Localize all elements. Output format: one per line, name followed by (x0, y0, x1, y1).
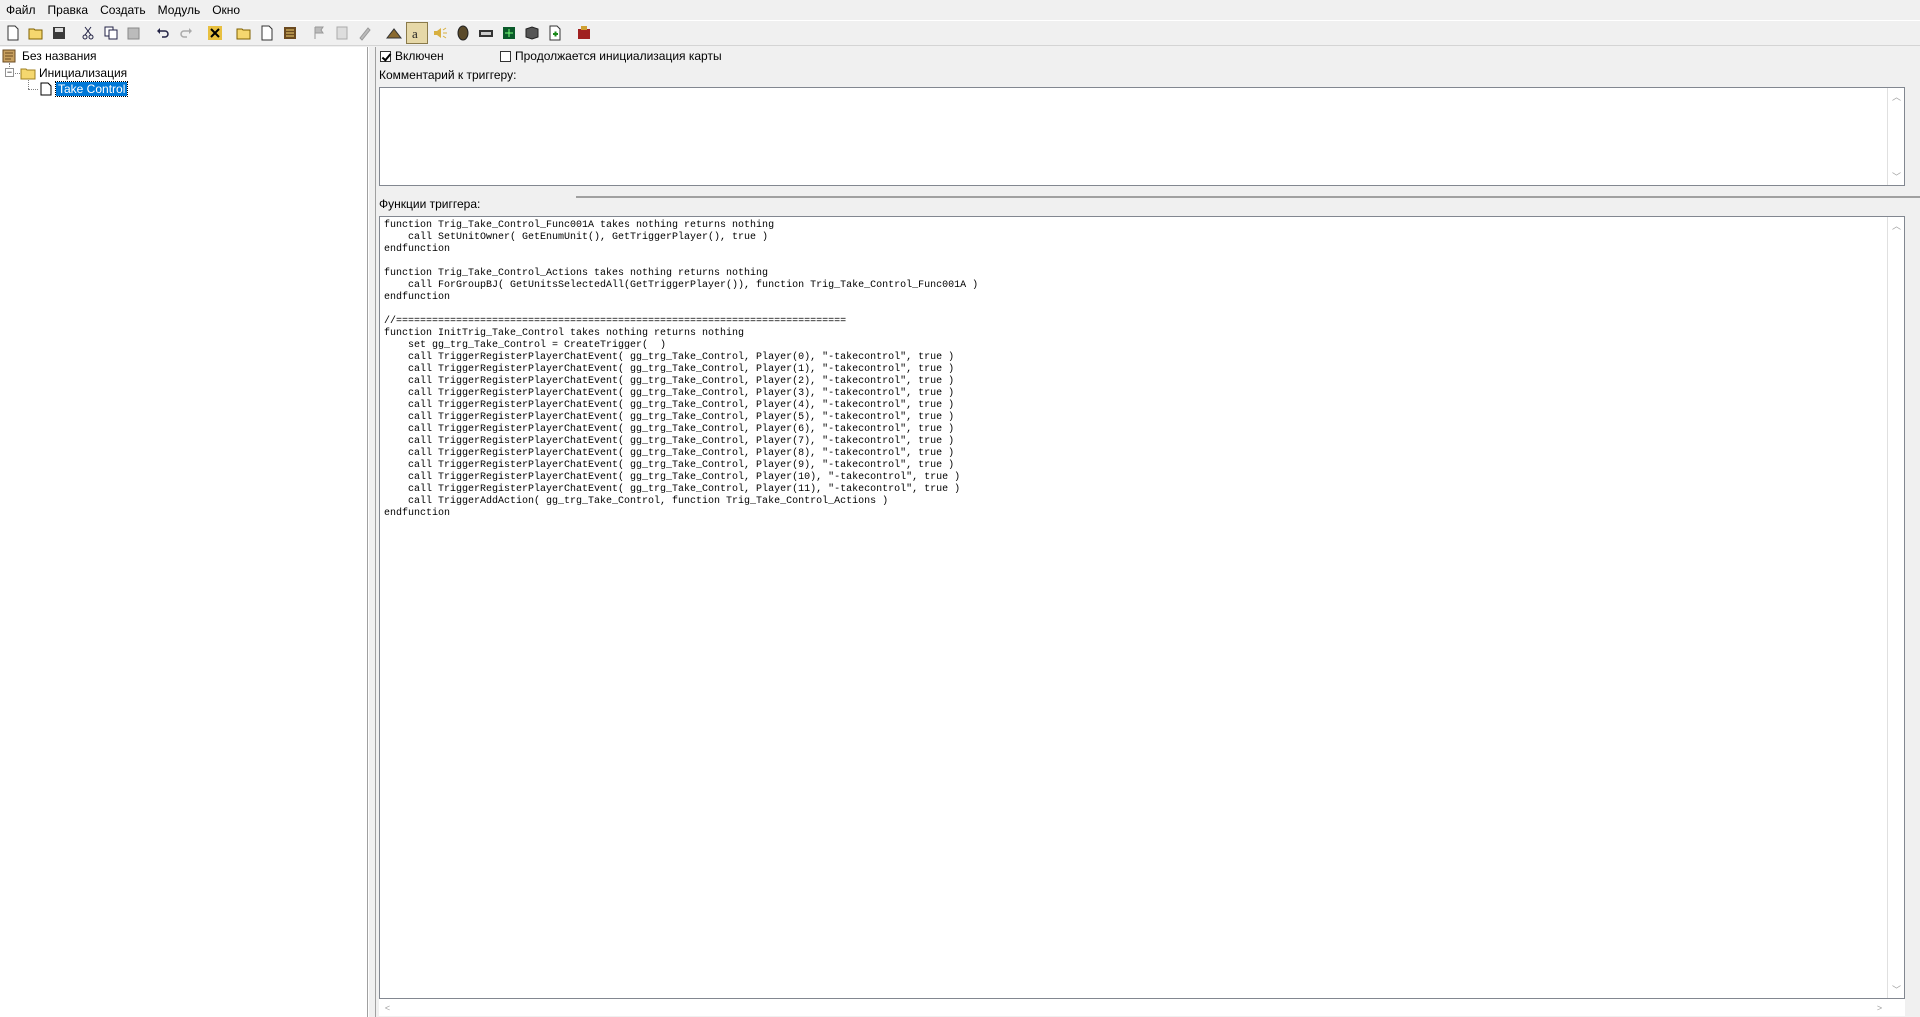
save-icon[interactable] (48, 22, 70, 44)
toolbar: a (0, 20, 1920, 46)
campaign-editor-icon[interactable] (475, 22, 497, 44)
menu-create[interactable]: Создать (94, 0, 152, 20)
menu-edit[interactable]: Правка (42, 0, 95, 20)
init-checkbox[interactable]: Продолжается инициализация карты (500, 49, 722, 63)
trigger-editor-icon[interactable]: a (406, 22, 428, 44)
scroll-down-icon[interactable]: ﹀ (1888, 981, 1905, 998)
paste-icon[interactable] (123, 22, 145, 44)
comment-label: Комментарий к триггеру: (379, 68, 517, 82)
open-icon[interactable] (25, 22, 47, 44)
new-icon[interactable] (2, 22, 24, 44)
cut-icon[interactable] (77, 22, 99, 44)
scroll-right-icon[interactable]: > (1871, 999, 1888, 1016)
trigger-details: Включен Продолжается инициализация карты… (376, 47, 1920, 1017)
trigger-tree[interactable]: Без названия − Инициализация Take Contro… (0, 47, 368, 1017)
enabled-check-box[interactable] (380, 50, 391, 62)
terrain-editor-icon[interactable] (383, 22, 405, 44)
redo-icon[interactable] (175, 22, 197, 44)
code-editor[interactable]: function Trig_Take_Control_Func001A take… (379, 216, 1905, 999)
init-label: Продолжается инициализация карты (515, 49, 722, 63)
import-manager-icon[interactable] (544, 22, 566, 44)
menu-file[interactable]: Файл (0, 0, 42, 20)
new-action-icon[interactable] (354, 22, 376, 44)
map-icon (2, 49, 18, 63)
tree-trigger[interactable]: Take Control (39, 81, 129, 97)
object-editor-icon[interactable] (452, 22, 474, 44)
tree-root[interactable]: Без названия (2, 48, 97, 64)
new-trigger-icon[interactable] (256, 22, 278, 44)
tree-category[interactable]: Инициализация (20, 65, 127, 81)
folder-icon (20, 66, 36, 80)
undo-icon[interactable] (152, 22, 174, 44)
trigger-icon (39, 82, 53, 96)
code-scrollbar-v[interactable]: ︿ ﹀ (1887, 217, 1904, 998)
comment-textbox[interactable]: ︿ ﹀ (379, 87, 1905, 186)
object-manager-icon[interactable] (521, 22, 543, 44)
enabled-checkbox[interactable]: Включен (380, 49, 444, 63)
copy-icon[interactable] (100, 22, 122, 44)
tree-category-label: Инициализация (39, 66, 128, 80)
svg-text:a: a (412, 26, 418, 41)
scroll-left-icon[interactable]: < (379, 999, 396, 1016)
menu-module[interactable]: Модуль (152, 0, 207, 20)
init-check-box[interactable] (500, 50, 511, 62)
new-category-icon[interactable] (233, 22, 255, 44)
code-scrollbar-h[interactable]: < > (379, 999, 1905, 1016)
sound-editor-icon[interactable] (429, 22, 451, 44)
delete-icon[interactable] (204, 22, 226, 44)
code-text[interactable]: function Trig_Take_Control_Func001A take… (384, 220, 978, 520)
new-event-icon[interactable] (308, 22, 330, 44)
scroll-up-icon[interactable]: ︿ (1888, 88, 1905, 105)
tree-trigger-label: Take Control (54, 81, 129, 97)
test-map-icon[interactable] (573, 22, 595, 44)
enabled-label: Включен (395, 49, 444, 63)
scroll-up-icon[interactable]: ︿ (1888, 217, 1905, 234)
tree-root-label: Без названия (22, 49, 97, 63)
new-comment-icon[interactable] (279, 22, 301, 44)
horizontal-splitter[interactable] (576, 196, 1920, 198)
comment-scrollbar[interactable]: ︿ ﹀ (1887, 88, 1904, 185)
collapse-toggle[interactable]: − (5, 68, 14, 77)
menu-window[interactable]: Окно (206, 0, 246, 20)
new-condition-icon[interactable] (331, 22, 353, 44)
functions-label: Функции триггера: (379, 197, 481, 211)
vertical-splitter[interactable] (368, 47, 376, 1017)
menu-bar: Файл Правка Создать Модуль Окно (0, 0, 1920, 20)
scroll-down-icon[interactable]: ﹀ (1888, 168, 1905, 185)
ai-editor-icon[interactable] (498, 22, 520, 44)
